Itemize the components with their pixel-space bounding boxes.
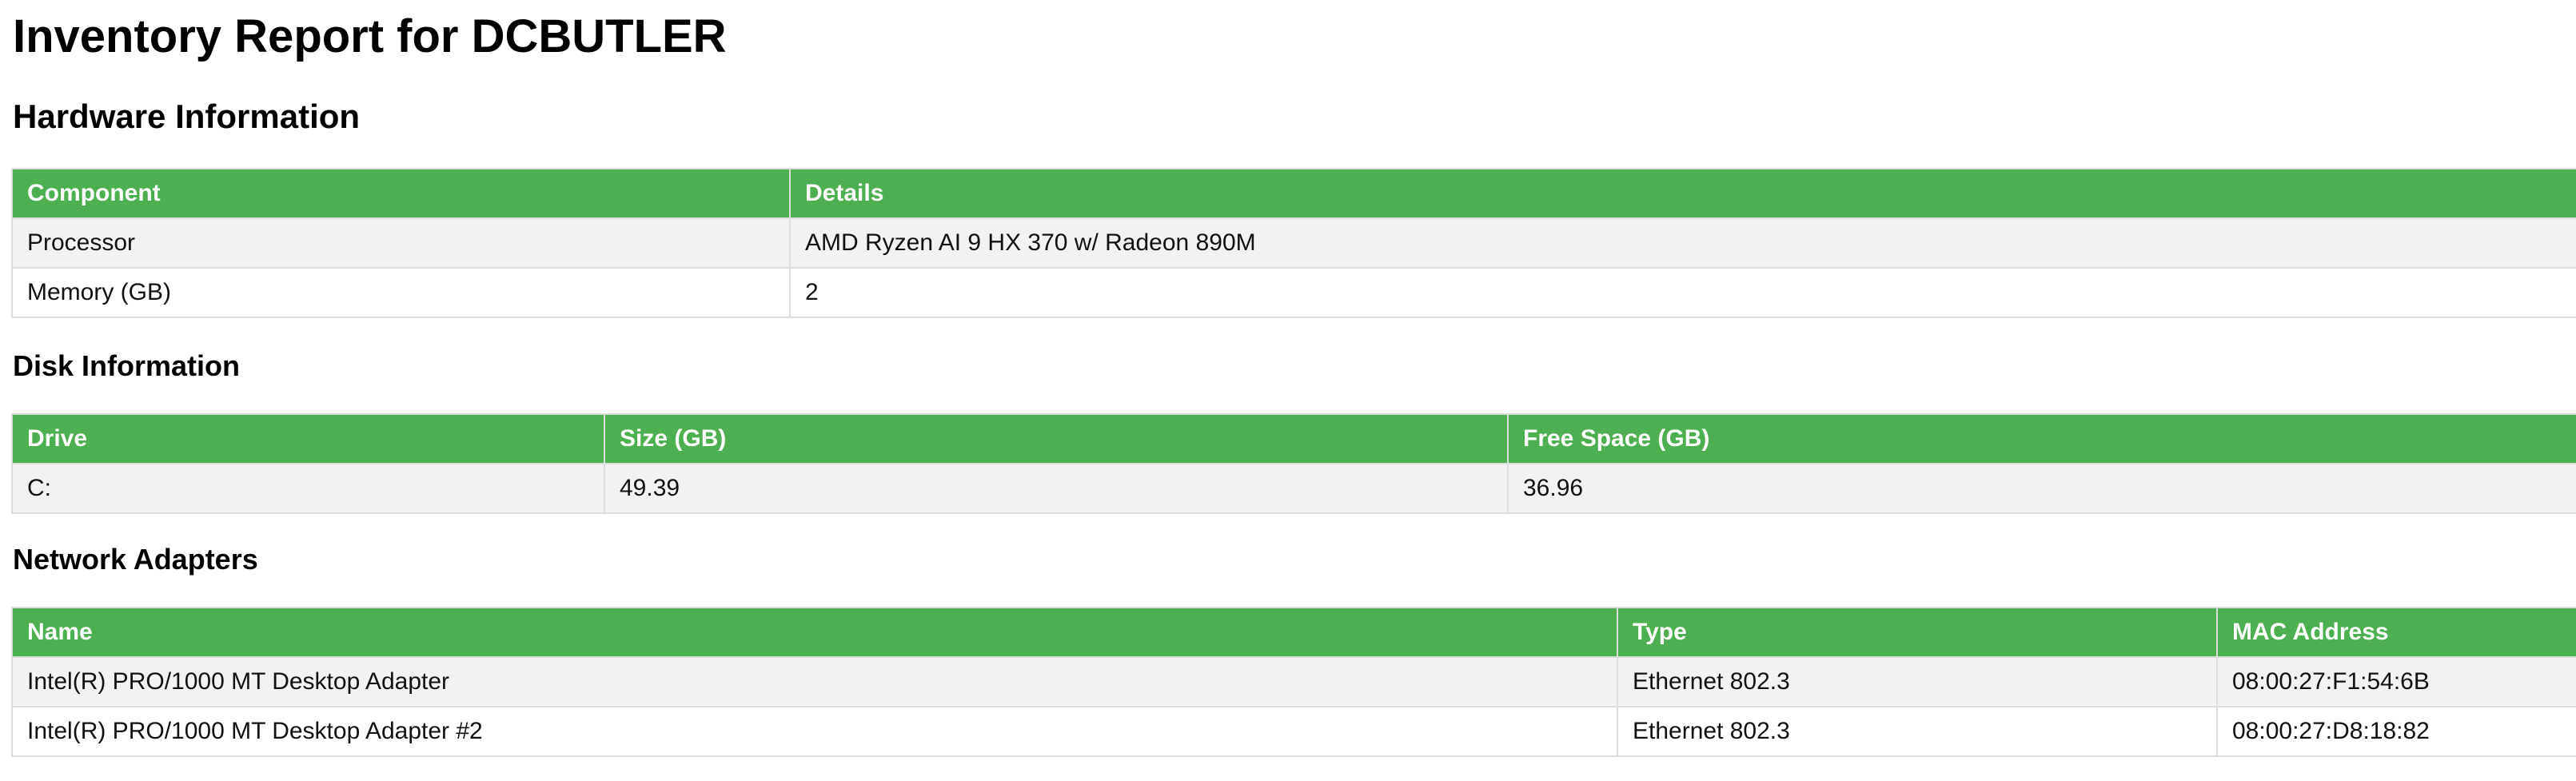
column-header-details: Details — [789, 168, 2576, 219]
disk-section-heading: Disk Information — [13, 349, 241, 382]
cell-adapter-type: Ethernet 802.3 — [1617, 706, 2218, 757]
cell-details: AMD Ryzen AI 9 HX 370 w/ Radeon 890M — [789, 217, 2576, 269]
cell-free-space: 36.96 — [1507, 463, 2576, 514]
table-header-row: Component Details — [11, 168, 2576, 219]
column-header-type: Type — [1617, 607, 2218, 658]
column-header-name: Name — [11, 607, 1618, 658]
column-header-mac-address: MAC Address — [2216, 607, 2576, 658]
table-row: Intel(R) PRO/1000 MT Desktop Adapter Eth… — [11, 656, 2576, 707]
table-row: Memory (GB) 2 — [11, 267, 2576, 318]
cell-details: 2 — [789, 267, 2576, 318]
disk-table: Drive Size (GB) Free Space (GB) C: 49.39… — [11, 413, 2576, 514]
table-header-row: Name Type MAC Address — [11, 607, 2576, 658]
hardware-table: Component Details Processor AMD Ryzen AI… — [11, 168, 2576, 318]
column-header-drive: Drive — [11, 413, 605, 464]
cell-adapter-type: Ethernet 802.3 — [1617, 656, 2218, 707]
cell-component: Processor — [11, 217, 791, 269]
hardware-section-heading: Hardware Information — [13, 98, 361, 135]
cell-component: Memory (GB) — [11, 267, 791, 318]
table-row: C: 49.39 36.96 — [11, 463, 2576, 514]
cell-drive: C: — [11, 463, 605, 514]
column-header-free-space: Free Space (GB) — [1507, 413, 2576, 464]
cell-mac-address: 08:00:27:D8:18:82 — [2216, 706, 2576, 757]
page-title: Inventory Report for DCBUTLER — [13, 10, 727, 62]
cell-mac-address: 08:00:27:F1:54:6B — [2216, 656, 2576, 707]
column-header-size: Size (GB) — [604, 413, 1509, 464]
cell-adapter-name: Intel(R) PRO/1000 MT Desktop Adapter #2 — [11, 706, 1618, 757]
network-table: Name Type MAC Address Intel(R) PRO/1000 … — [11, 607, 2576, 757]
cell-adapter-name: Intel(R) PRO/1000 MT Desktop Adapter — [11, 656, 1618, 707]
cell-size: 49.39 — [604, 463, 1509, 514]
table-row: Intel(R) PRO/1000 MT Desktop Adapter #2 … — [11, 706, 2576, 757]
table-row: Processor AMD Ryzen AI 9 HX 370 w/ Radeo… — [11, 217, 2576, 269]
column-header-component: Component — [11, 168, 791, 219]
network-section-heading: Network Adapters — [13, 543, 258, 576]
table-header-row: Drive Size (GB) Free Space (GB) — [11, 413, 2576, 464]
